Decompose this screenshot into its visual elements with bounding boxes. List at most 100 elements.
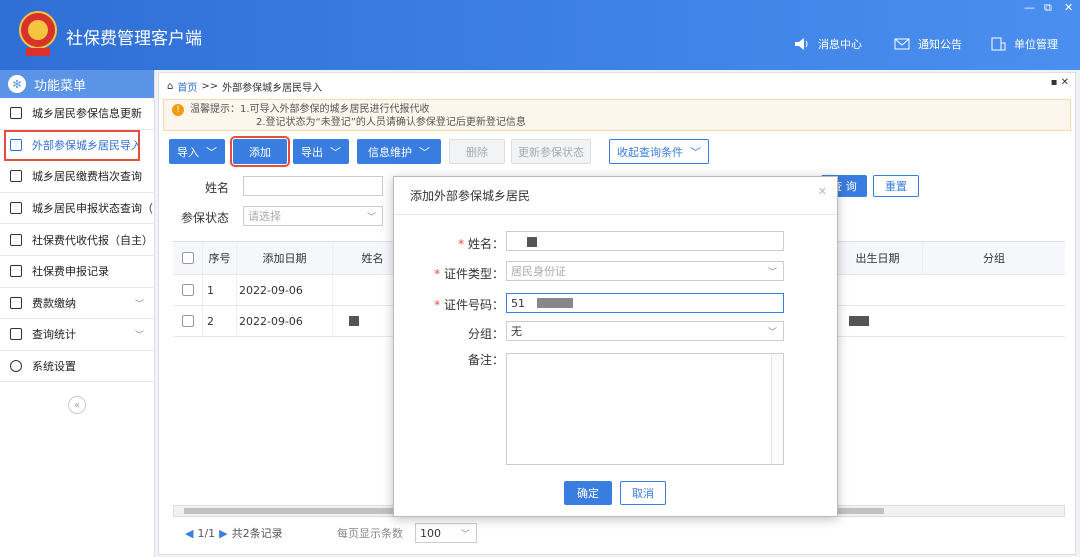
delete-button[interactable]: 删除	[449, 139, 505, 164]
sidebar-item-external-import[interactable]: 外部参保城乡居民导入	[4, 129, 140, 162]
select-all-checkbox[interactable]	[181, 252, 194, 264]
export-button[interactable]: 导出 ﹀	[293, 139, 349, 164]
col-group: 分组	[983, 252, 1005, 265]
sidebar-collapse-button[interactable]: «	[68, 396, 86, 414]
name-field-label: * 姓名：	[458, 237, 504, 251]
status-filter-select[interactable]: 请选择 ﹀	[243, 206, 383, 226]
total-records: 共2条记录	[231, 527, 283, 540]
sidebar-item-label: 费款缴纳	[32, 296, 76, 310]
dialog-close-icon[interactable]: ✕	[818, 185, 827, 198]
col-seq: 序号	[203, 242, 237, 274]
list-icon	[10, 107, 22, 120]
chevron-down-icon: ﹀	[134, 299, 144, 310]
textarea-scrollbar[interactable]	[771, 354, 783, 464]
sidebar-item-label: 社保费代收代报（自主）	[32, 233, 153, 247]
minimize-button[interactable]: —	[1024, 2, 1035, 14]
sidebar-item-label: 社保费申报记录	[32, 265, 109, 279]
sidebar-item-settings[interactable]: 系统设置	[0, 351, 154, 383]
idtype-select[interactable]: 居民身份证 ﹀	[506, 261, 784, 281]
chart-icon	[10, 328, 22, 341]
tip-line-2: 2.登记状态为“未登记”的人员请确认参保登记后更新登记信息	[256, 117, 526, 128]
sidebar-item-agent-collect[interactable]: 社保费代收代报（自主）	[0, 224, 154, 256]
chevron-down-icon: ﹀	[330, 145, 341, 159]
status-filter-placeholder: 请选择	[248, 210, 281, 223]
update-status-button[interactable]: 更新参保状态	[511, 139, 591, 164]
breadcrumb-separator: >>	[201, 81, 219, 92]
notice-button[interactable]: 通知公告	[894, 36, 962, 52]
document-icon	[10, 265, 22, 278]
menu-header: ✻ 功能菜单	[0, 70, 154, 98]
message-center-label: 消息中心	[818, 38, 862, 51]
cancel-button[interactable]: 取消	[620, 481, 666, 505]
unit-manage-button[interactable]: 单位管理	[990, 36, 1058, 52]
collapse-query-button[interactable]: 收起查询条件 ﹀	[609, 139, 709, 164]
remark-textarea[interactable]	[506, 353, 784, 465]
idtype-field-label: * 证件类型：	[434, 267, 504, 281]
idno-field-label: * 证件号码：	[434, 298, 504, 312]
app-title: 社保费管理客户端	[66, 29, 202, 49]
tab-close-icon[interactable]: ▪ ✕	[1051, 77, 1069, 88]
edit-icon	[10, 202, 22, 215]
restore-button[interactable]: ⧉	[1044, 2, 1052, 14]
sidebar-item-label: 外部参保城乡居民导入	[32, 139, 140, 153]
sidebar-item-declare-record[interactable]: 社保费申报记录	[0, 256, 154, 288]
dialog-title: 添加外部参保城乡居民	[394, 177, 837, 215]
next-page-button[interactable]: ▶	[219, 527, 227, 540]
group-select[interactable]: 无 ﹀	[506, 321, 784, 341]
row-checkbox[interactable]	[181, 315, 194, 327]
tip-line-1: 温馨提示：1.可导入外部参保的城乡居民进行代报代收	[190, 104, 430, 115]
page-indicator: 1/1	[197, 526, 216, 540]
per-page-label: 每页显示条数	[337, 527, 403, 540]
confirm-button[interactable]: 确定	[564, 481, 612, 505]
row-checkbox[interactable]	[181, 284, 194, 296]
idno-field[interactable]: 51	[506, 293, 784, 313]
row-seq: 1	[203, 275, 237, 305]
add-resident-dialog: 添加外部参保城乡居民 ✕ * 姓名： * 证件类型： 居民身份证 ﹀ * 证件号…	[393, 176, 838, 517]
redacted-idno	[537, 298, 573, 308]
idtype-value: 居民身份证	[511, 265, 566, 278]
name-filter-input[interactable]	[243, 176, 383, 196]
message-center-button[interactable]: 消息中心	[794, 36, 862, 52]
redacted-birth	[849, 316, 869, 326]
breadcrumb-home[interactable]: 首页	[177, 79, 197, 94]
name-field[interactable]	[506, 231, 784, 251]
info-maintain-button[interactable]: 信息维护 ﹀	[357, 139, 441, 164]
add-button[interactable]: 添加	[230, 136, 290, 167]
chevron-down-icon: ﹀	[419, 145, 430, 159]
sidebar-item-label: 城乡居民申报状态查询（自主	[32, 202, 154, 216]
tax-emblem-logo	[18, 10, 58, 60]
sidebar-item-status-query[interactable]: 城乡居民申报状态查询（自主	[0, 193, 154, 225]
sidebar: ✻ 功能菜单 城乡居民参保信息更新 外部参保城乡居民导入 城乡居民缴费档次查询 …	[0, 70, 155, 557]
sidebar-item-resident-update[interactable]: 城乡居民参保信息更新	[0, 98, 154, 130]
col-date: 添加日期	[237, 242, 333, 274]
chevron-down-icon: ﹀	[767, 328, 777, 338]
building-icon	[991, 37, 1006, 51]
chart-icon	[10, 170, 22, 183]
row-seq: 2	[203, 306, 237, 336]
reset-button[interactable]: 重置	[873, 175, 919, 197]
chevron-down-icon: ﹀	[690, 145, 701, 159]
chevron-down-icon: ﹀	[767, 268, 777, 278]
chevron-down-icon: ﹀	[460, 530, 470, 540]
sidebar-item-payment[interactable]: 费款缴纳 ﹀	[0, 288, 154, 320]
menu-title: 功能菜单	[34, 78, 87, 94]
per-page-select[interactable]: 100 ﹀	[415, 523, 477, 543]
group-field-label: 分组：	[467, 327, 504, 341]
row-date: 2022-09-06	[237, 306, 333, 336]
redacted-name	[349, 316, 359, 326]
import-button[interactable]: 导入 ﹀	[169, 139, 225, 164]
app-header: 社保费管理客户端 — ⧉ ✕ 消息中心 通知公告 单位管理	[0, 0, 1080, 70]
home-icon: ⌂	[167, 81, 174, 92]
sidebar-item-grade-query[interactable]: 城乡居民缴费档次查询	[0, 161, 154, 193]
pagination: ◀ 1/1 ▶ 共2条记录	[185, 525, 283, 541]
row-date: 2022-09-06	[237, 275, 333, 305]
prev-page-button[interactable]: ◀	[185, 527, 193, 540]
chevron-down-icon: ﹀	[206, 145, 217, 159]
chevron-down-icon: ﹀	[366, 213, 376, 223]
breadcrumb-current: 外部参保城乡居民导入	[222, 83, 323, 94]
name-filter-label: 姓名	[205, 181, 230, 195]
close-window-button[interactable]: ✕	[1064, 2, 1073, 14]
import-label: 导入	[177, 145, 199, 159]
sidebar-item-statistics[interactable]: 查询统计 ﹀	[0, 319, 154, 351]
menu-gear-icon: ✻	[8, 75, 26, 93]
